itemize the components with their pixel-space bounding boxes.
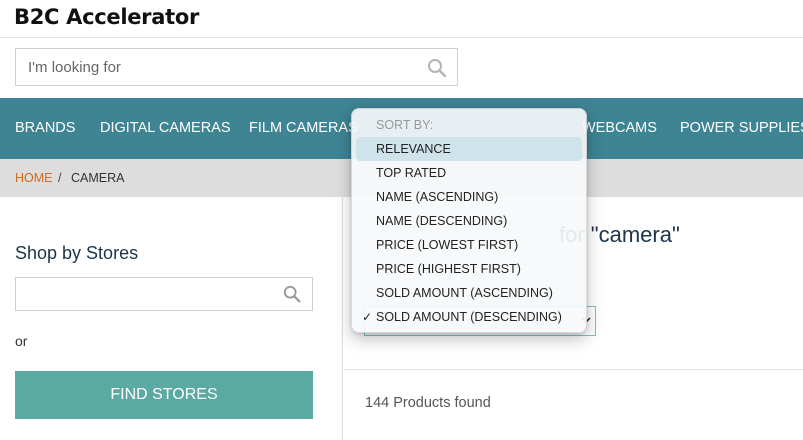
sort-option-label: PRICE (LOWEST FIRST) bbox=[376, 238, 519, 252]
site-search-input[interactable] bbox=[16, 49, 416, 85]
sort-option-relevance[interactable]: RELEVANCE bbox=[356, 137, 582, 161]
sort-dropdown-heading: SORT BY: bbox=[376, 118, 434, 132]
checkmark-icon: ✓ bbox=[362, 310, 373, 324]
find-stores-button[interactable]: FIND STORES bbox=[15, 371, 313, 419]
products-found-count: 144 Products found bbox=[365, 395, 491, 411]
site-search-box bbox=[15, 48, 458, 86]
nav-item-digital-cameras[interactable]: DIGITAL CAMERAS bbox=[100, 98, 231, 159]
sort-option-price-lowest[interactable]: PRICE (LOWEST FIRST) bbox=[356, 233, 582, 257]
sort-option-price-highest[interactable]: PRICE (HIGHEST FIRST) bbox=[356, 257, 582, 281]
sort-option-label: SOLD AMOUNT (DESCENDING) bbox=[376, 310, 562, 324]
sort-option-label: RELEVANCE bbox=[376, 142, 451, 156]
or-label: or bbox=[15, 333, 28, 349]
store-search-box bbox=[15, 277, 313, 311]
sort-option-sold-desc[interactable]: ✓ SOLD AMOUNT (DESCENDING) bbox=[356, 305, 582, 329]
sort-option-name-desc[interactable]: NAME (DESCENDING) bbox=[356, 209, 582, 233]
sort-option-label: NAME (DESCENDING) bbox=[376, 214, 508, 228]
sort-option-label: PRICE (HIGHEST FIRST) bbox=[376, 262, 521, 276]
sort-option-top-rated[interactable]: TOP RATED bbox=[356, 161, 582, 185]
nav-item-brands[interactable]: BRANDS bbox=[15, 98, 75, 159]
search-icon[interactable] bbox=[427, 58, 447, 78]
breadcrumb-current: CAMERA bbox=[71, 171, 125, 185]
nav-item-webcams[interactable]: WEBCAMS bbox=[582, 98, 657, 159]
nav-item-film-cameras[interactable]: FILM CAMERAS bbox=[249, 98, 358, 159]
store-finder-sidebar: Shop by Stores or FIND STORES bbox=[0, 197, 343, 440]
sort-option-sold-asc[interactable]: SOLD AMOUNT (ASCENDING) bbox=[356, 281, 582, 305]
site-header: B2C Accelerator bbox=[0, 0, 803, 98]
sort-option-label: SOLD AMOUNT (ASCENDING) bbox=[376, 286, 553, 300]
site-logo[interactable]: B2C Accelerator bbox=[14, 5, 199, 29]
header-divider bbox=[0, 37, 803, 38]
breadcrumb-home-link[interactable]: HOME bbox=[15, 159, 53, 197]
results-divider bbox=[344, 369, 803, 370]
store-search-input[interactable] bbox=[16, 278, 276, 310]
sort-dropdown-menu: SORT BY: RELEVANCE TOP RATED NAME (ASCEN… bbox=[351, 108, 587, 333]
sort-option-label: TOP RATED bbox=[376, 166, 447, 180]
breadcrumb-separator: / bbox=[58, 171, 62, 185]
search-icon[interactable] bbox=[283, 285, 301, 303]
sort-option-label: NAME (ASCENDING) bbox=[376, 190, 499, 204]
nav-item-power-supplies[interactable]: POWER SUPPLIES bbox=[680, 98, 803, 159]
sort-option-name-asc[interactable]: NAME (ASCENDING) bbox=[356, 185, 582, 209]
shop-by-stores-title: Shop by Stores bbox=[15, 243, 139, 263]
